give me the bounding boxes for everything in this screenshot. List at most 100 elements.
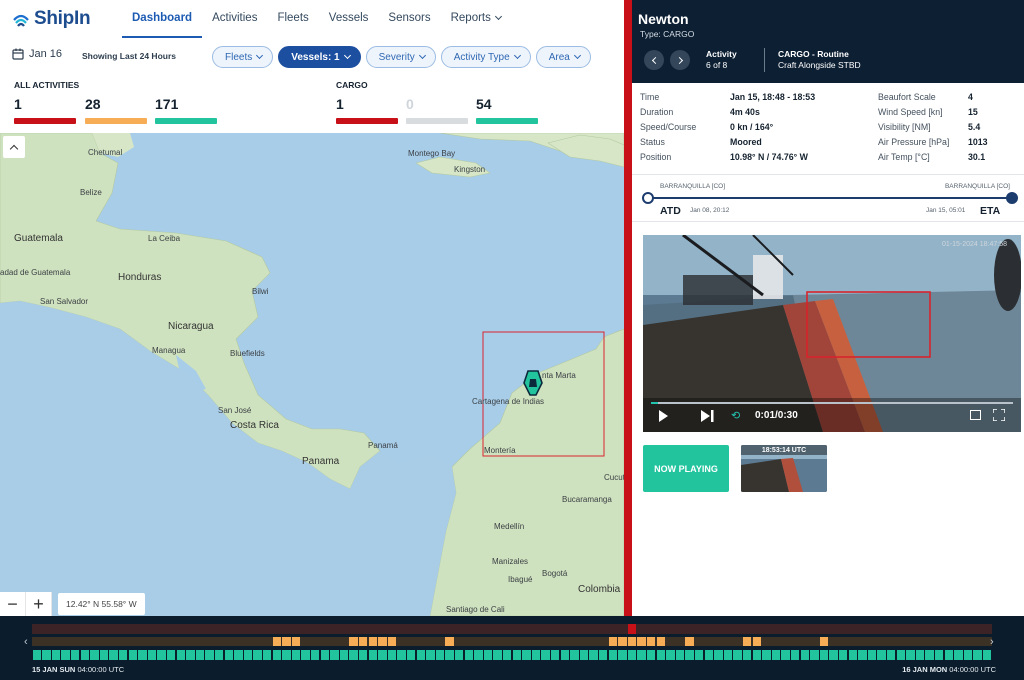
stat-cargo-low[interactable]: 54 [476,96,538,124]
filter-severity[interactable]: Severity [365,46,436,68]
timeline-low-segment[interactable] [157,650,166,660]
nav-dashboard[interactable]: Dashboard [122,0,203,38]
play-icon[interactable] [659,410,668,422]
zoom-in-button[interactable]: + [26,592,52,616]
timeline-low-segment[interactable] [80,650,89,660]
timeline-low-segment[interactable] [387,650,397,660]
timeline-low-segment[interactable] [839,650,848,660]
loop-icon[interactable]: ⟲ [731,409,740,422]
timeline-medium-segment[interactable] [647,637,656,646]
timeline-low-segment[interactable] [935,650,944,660]
timeline-low-segment[interactable] [339,650,349,660]
timeline-medium-segment[interactable] [291,637,301,646]
timeline-low-segment[interactable] [109,650,118,660]
timeline-low-segment[interactable] [378,650,387,660]
timeline-low-segment[interactable] [925,650,934,660]
timeline-low-segment[interactable] [90,650,99,660]
timeline-medium-segment[interactable] [627,637,637,646]
timeline-low-segment[interactable] [426,650,435,660]
timeline-low-segment[interactable] [647,650,656,660]
timeline-low-segment[interactable] [810,650,819,660]
timeline-low-segment[interactable] [771,650,781,660]
timeline-low-segment[interactable] [455,650,464,660]
zoom-out-button[interactable]: − [0,592,26,616]
timeline-next-icon[interactable]: › [990,636,994,648]
timeline-low-segment[interactable] [138,650,147,660]
timeline-low-segment[interactable] [723,650,733,660]
timeline-low-segment[interactable] [263,650,272,660]
video-thumbnail[interactable]: 18:53:14 UTC [741,445,827,492]
timeline-low-segment[interactable] [215,650,224,660]
timeline-prev-icon[interactable]: ‹ [24,636,28,648]
timeline-low-segment[interactable] [887,650,896,660]
timeline-low-segment[interactable] [224,650,233,660]
timeline-low-segment[interactable] [435,650,445,660]
stat-cargo-high[interactable]: 1 [336,96,398,124]
timeline-low-segment[interactable] [320,650,329,660]
timeline-low-segment[interactable] [541,650,550,660]
timeline-low-segment[interactable] [359,650,368,660]
timeline-low-segment[interactable] [186,650,195,660]
timeline-medium-segment[interactable] [387,637,397,646]
timeline-low-segment[interactable] [906,650,915,660]
timeline-medium-segment[interactable] [685,637,694,646]
nav-activities[interactable]: Activities [202,0,267,38]
timeline-low-segment[interactable] [416,650,425,660]
timeline-low-segment[interactable] [637,650,646,660]
timeline-low-segment[interactable] [167,650,176,660]
timeline-low-segment[interactable] [608,650,617,660]
timeline-low-segment[interactable] [599,650,608,660]
timeline-low-segment[interactable] [128,650,137,660]
timeline-low-segment[interactable] [714,650,723,660]
timeline-low-segment[interactable] [915,650,925,660]
timeline-low-segment[interactable] [531,650,541,660]
timeline-low-segment[interactable] [512,650,521,660]
timeline-low-segment[interactable] [195,650,205,660]
now-playing-button[interactable]: NOW PLAYING [643,445,729,492]
timeline-medium-segment[interactable] [752,637,761,646]
timeline-low-segment[interactable] [743,650,752,660]
filter-activity-type[interactable]: Activity Type [440,46,531,68]
video-player[interactable]: 01-15-2024 18:47:58 ⟲ 0:01/0:30 [643,235,1021,432]
timeline-low-segment[interactable] [119,650,128,660]
next-activity-button[interactable] [670,50,690,70]
nav-fleets[interactable]: Fleets [267,0,318,38]
timeline-medium-segment[interactable] [359,637,368,646]
timeline-low-segment[interactable] [311,650,320,660]
timeline-low-segment[interactable] [800,650,809,660]
picture-in-picture-icon[interactable] [970,410,981,420]
timeline-low-segment[interactable] [330,650,339,660]
date-picker[interactable]: Jan 16 [12,48,62,60]
timeline-low-segment[interactable] [579,650,589,660]
timeline-low-segment[interactable] [560,650,569,660]
timeline-low-segment[interactable] [695,650,704,660]
stat-cargo-medium[interactable]: 0 [406,96,468,124]
timeline-low-segment[interactable] [493,650,502,660]
timeline-low-segment[interactable] [685,650,694,660]
nav-reports[interactable]: Reports [441,0,511,38]
stat-all-medium[interactable]: 28 [85,96,147,124]
filter-fleets[interactable]: Fleets [212,46,274,68]
timeline-low-segment[interactable] [896,650,905,660]
timeline-low-segment[interactable] [205,650,214,660]
timeline-low-segment[interactable] [762,650,771,660]
timeline-low-segment[interactable] [445,650,454,660]
timeline-medium-segment[interactable] [608,637,617,646]
timeline-low-segment[interactable] [954,650,963,660]
timeline-medium-segment[interactable] [378,637,387,646]
timeline-low-segment[interactable] [877,650,886,660]
timeline-low-segment[interactable] [474,650,483,660]
timeline-low-segment[interactable] [282,650,291,660]
timeline-low-segment[interactable] [234,650,243,660]
timeline-low-segment[interactable] [704,650,713,660]
timeline-low-segment[interactable] [819,650,829,660]
timeline-low-segment[interactable] [368,650,377,660]
timeline-low-segment[interactable] [589,650,598,660]
timeline-medium-segment[interactable] [743,637,752,646]
collapse-panel-button[interactable] [3,136,25,158]
timeline-low-segment[interactable] [243,650,253,660]
timeline-low-segment[interactable] [829,650,838,660]
timeline-low-segment[interactable] [618,650,627,660]
timeline-medium-segment[interactable] [272,637,281,646]
timeline-medium-segment[interactable] [819,637,829,646]
